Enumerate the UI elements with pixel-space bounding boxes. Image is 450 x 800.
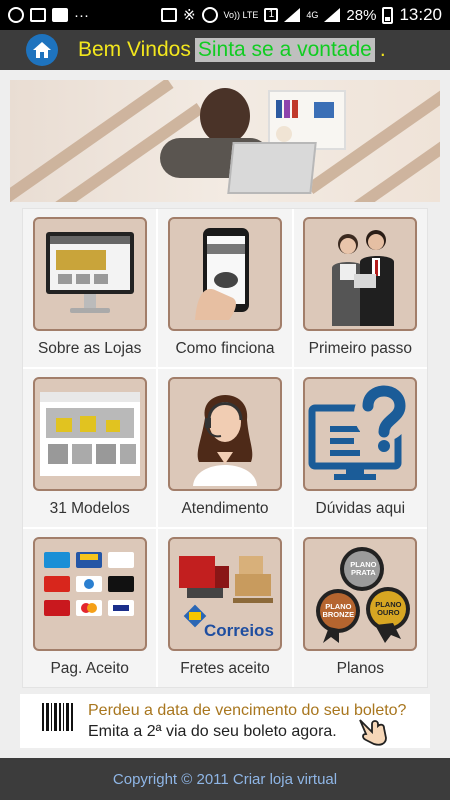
business-people-icon bbox=[303, 217, 418, 331]
volte-indicator: Vo)) LTE bbox=[223, 9, 259, 20]
tile-como-funciona[interactable]: Como finciona bbox=[158, 209, 292, 367]
tile-sobre-as-lojas[interactable]: Sobre as Lojas bbox=[23, 209, 157, 367]
monitor-store-icon bbox=[32, 217, 147, 331]
battery-percent: 28% bbox=[346, 6, 377, 24]
payment-cards-icon bbox=[32, 537, 147, 651]
welcome-dot: . bbox=[379, 38, 386, 61]
signal-icon-2 bbox=[324, 8, 341, 22]
more-notifications-icon: ··· bbox=[74, 6, 89, 24]
tile-fretes-aceito[interactable]: Correios Fretes aceito bbox=[158, 529, 292, 687]
bookshelf-illustration bbox=[268, 90, 346, 150]
correios-logo-text: Correios bbox=[203, 621, 274, 640]
status-left: ··· bbox=[8, 7, 89, 24]
question-monitor-icon bbox=[303, 377, 418, 491]
support-agent-icon bbox=[167, 377, 282, 491]
home-button[interactable] bbox=[26, 34, 58, 66]
copyright-text: Copyright © 2011 Criar loja virtual bbox=[112, 770, 338, 788]
plano-bronze-text: PLANO BRONZE bbox=[322, 602, 355, 619]
bluetooth-icon: ※ bbox=[182, 7, 196, 24]
status-right: ※ Vo)) LTE 1 4G 28% 13:20 bbox=[160, 5, 442, 25]
tile-label: 31 Modelos bbox=[49, 500, 130, 517]
copyright-app-icon bbox=[8, 7, 24, 23]
menu-grid: Sobre as Lojas Como finciona Primeiro pa… bbox=[22, 208, 428, 688]
tile-atendimento[interactable]: Atendimento bbox=[158, 369, 292, 527]
store-template-icon bbox=[32, 377, 147, 491]
tile-label: Dúvidas aqui bbox=[315, 500, 406, 517]
tile-label: Atendimento bbox=[181, 500, 269, 517]
tile-duvidas-aqui[interactable]: Dúvidas aqui bbox=[293, 369, 427, 527]
mail-icon bbox=[30, 8, 46, 22]
tile-label: Primeiro passo bbox=[308, 340, 412, 357]
tile-31-modelos[interactable]: 31 Modelos bbox=[23, 369, 157, 527]
tile-label: Planos bbox=[336, 660, 385, 677]
alarm-icon bbox=[201, 7, 218, 23]
smartphone-hand-icon bbox=[167, 217, 282, 331]
clock: 13:20 bbox=[399, 5, 442, 24]
facebook-icon bbox=[52, 8, 68, 22]
barcode-icon bbox=[40, 703, 74, 739]
status-bar: ··· ※ Vo)) LTE 1 4G 28% 13:20 bbox=[0, 0, 450, 30]
hero-banner bbox=[10, 80, 440, 202]
battery-icon bbox=[382, 6, 394, 24]
tile-label: Pag. Aceito bbox=[50, 660, 129, 677]
woman-with-card-illustration bbox=[200, 88, 250, 144]
tile-pag-aceito[interactable]: Pag. Aceito bbox=[23, 529, 157, 687]
pointing-hand-icon bbox=[359, 719, 387, 746]
tile-primeiro-passo[interactable]: Primeiro passo bbox=[293, 209, 427, 367]
network-indicator: 4G bbox=[306, 9, 319, 20]
plano-ouro-text: PLANO OURO bbox=[375, 600, 402, 617]
tile-label: Fretes aceito bbox=[180, 660, 270, 677]
cast-icon bbox=[160, 8, 177, 22]
boleto-banner[interactable]: Perdeu a data de vencimento do seu bolet… bbox=[20, 694, 430, 748]
shipping-correios-icon: Correios bbox=[167, 537, 282, 651]
welcome-highlight: Sinta se a vontade bbox=[194, 38, 375, 62]
header-bar: Bem Vindos Sinta se a vontade . bbox=[0, 30, 450, 70]
home-icon bbox=[33, 42, 51, 58]
plano-prata-text: PLANO PRATA bbox=[350, 560, 377, 577]
tile-planos[interactable]: PLANO PRATA PLANO BRONZE PLANO OURO Plan… bbox=[293, 529, 427, 687]
footer: Copyright © 2011 Criar loja virtual bbox=[0, 758, 450, 800]
plan-medals-icon: PLANO PRATA PLANO BRONZE PLANO OURO bbox=[303, 537, 418, 651]
laptop-illustration bbox=[227, 142, 317, 194]
signal-icon bbox=[284, 8, 301, 22]
welcome-text: Bem Vindos bbox=[78, 38, 191, 61]
tile-label: Sobre as Lojas bbox=[37, 340, 142, 357]
tile-label: Como finciona bbox=[175, 340, 275, 357]
sim-indicator: 1 bbox=[264, 8, 279, 22]
